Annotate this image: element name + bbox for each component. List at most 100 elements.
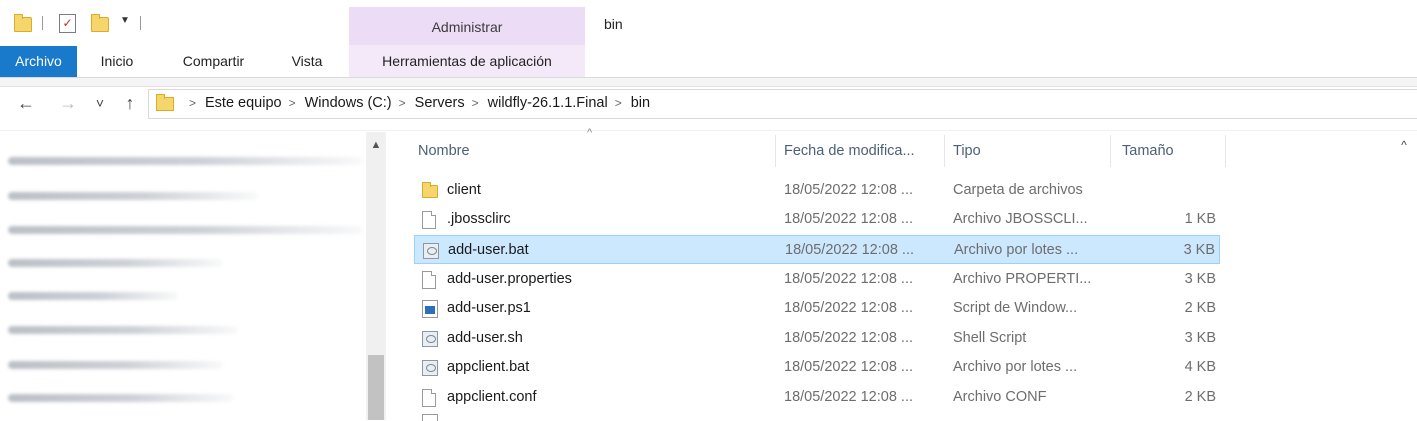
nav-pane-item[interactable] [8, 226, 363, 234]
nav-pane-item[interactable] [8, 292, 178, 300]
column-divider[interactable] [1110, 135, 1111, 167]
title-bar [0, 0, 1417, 45]
back-arrow-icon[interactable]: ← [12, 89, 40, 117]
scroll-up-arrow-icon[interactable]: ^ [1391, 132, 1417, 158]
recent-locations-chevron-icon[interactable]: ˅ [90, 89, 110, 117]
file-type: Archivo JBOSSCLI... [953, 211, 1088, 227]
breadcrumb-este-equipo[interactable]: Este equipo [205, 90, 282, 116]
file-type: Archivo CONF [953, 389, 1047, 405]
column-divider[interactable] [1225, 135, 1226, 167]
navigation-pane[interactable] [0, 132, 388, 420]
file-name[interactable]: add-user.bat [448, 236, 529, 265]
breadcrumb-servers[interactable]: Servers [415, 90, 465, 116]
quick-access-separator [140, 16, 141, 30]
breadcrumb-bin[interactable]: bin [631, 90, 650, 116]
batch-file-icon [422, 360, 438, 376]
powershell-script-icon [422, 300, 438, 318]
file-size: 4 KB [1184, 359, 1216, 375]
file-size: 2 KB [1184, 300, 1216, 316]
file-size: 3 KB [1184, 271, 1216, 287]
divider [0, 130, 1417, 131]
file-size: 3 KB [1184, 330, 1216, 346]
column-divider[interactable] [944, 135, 945, 167]
forward-arrow-icon[interactable]: → [54, 89, 82, 117]
breadcrumb-wildfly[interactable]: wildfly-26.1.1.Final [488, 90, 608, 116]
breadcrumb-separator-icon[interactable]: > [399, 90, 406, 116]
column-divider[interactable] [775, 135, 776, 167]
file-date: 18/05/2022 12:08 ... [785, 242, 914, 258]
file-list-scrollbar[interactable] [1391, 132, 1417, 420]
file-name[interactable]: .jbossclirc [447, 205, 511, 234]
contextual-header-administrar: Administrar [431, 19, 503, 35]
file-row-add-user-sh[interactable]: add-user.sh 18/05/2022 12:08 ... Shell S… [414, 324, 1220, 353]
file-row-client[interactable]: client 18/05/2022 12:08 ... Carpeta de a… [414, 176, 1220, 205]
file-name[interactable]: client [447, 176, 481, 205]
breadcrumb-separator-icon[interactable]: > [615, 90, 622, 116]
scrollbar-thumb[interactable] [368, 355, 384, 420]
nav-pane-item[interactable] [8, 192, 258, 200]
tab-compartir[interactable]: Compartir [165, 45, 262, 77]
file-date: 18/05/2022 12:08 ... [784, 389, 913, 405]
batch-file-icon [422, 331, 438, 347]
tab-inicio[interactable]: Inicio [87, 45, 147, 77]
tab-herramientas-de-aplicacion[interactable]: Herramientas de aplicación [349, 45, 585, 77]
column-header-type[interactable]: Tipo [953, 135, 1108, 167]
column-header-date[interactable]: Fecha de modifica... [784, 135, 942, 167]
breadcrumb: > Este equipo > Windows (C:) > Servers >… [182, 90, 650, 116]
file-date: 18/05/2022 12:08 ... [784, 211, 913, 227]
file-date: 18/05/2022 12:08 ... [784, 330, 913, 346]
file-type: Script de Window... [953, 300, 1078, 316]
document-icon [422, 211, 436, 229]
file-date: 18/05/2022 12:08 ... [784, 300, 913, 316]
file-type: Archivo por lotes ... [953, 359, 1078, 375]
ribbon-collapsed-area [0, 78, 1417, 87]
customize-dropdown-icon[interactable]: ▼ [120, 15, 130, 26]
file-type: Archivo PROPERTI... [953, 271, 1092, 287]
file-row-add-user-bat[interactable]: add-user.bat 18/05/2022 12:08 ... Archiv… [414, 235, 1220, 264]
document-icon [422, 389, 436, 407]
file-date: 18/05/2022 12:08 ... [784, 359, 913, 375]
file-row-add-user-ps1[interactable]: add-user.ps1 18/05/2022 12:08 ... Script… [414, 294, 1220, 323]
folder-icon [156, 94, 174, 111]
file-size: 1 KB [1184, 211, 1216, 227]
quick-access-separator [42, 16, 43, 30]
file-name[interactable]: add-user.sh [447, 324, 523, 353]
nav-pane-item[interactable] [8, 259, 223, 267]
file-date: 18/05/2022 12:08 ... [784, 182, 913, 198]
document-icon [422, 271, 436, 289]
breadcrumb-separator-icon[interactable]: > [189, 90, 196, 116]
window-title: bin [604, 16, 623, 32]
scroll-up-arrow-icon[interactable]: ▲ [366, 132, 386, 158]
file-name[interactable]: appclient.bat [447, 353, 529, 382]
nav-pane-item[interactable] [8, 326, 238, 334]
file-name[interactable]: add-user.ps1 [447, 294, 531, 323]
tab-vista[interactable]: Vista [278, 45, 336, 77]
file-row-jbossclirc[interactable]: .jbossclirc 18/05/2022 12:08 ... Archivo… [414, 205, 1220, 234]
nav-pane-item[interactable] [8, 157, 363, 165]
file-size: 3 KB [1183, 242, 1215, 258]
breadcrumb-separator-icon[interactable]: > [289, 90, 296, 116]
column-header-name[interactable]: Nombre [418, 135, 774, 167]
properties-icon[interactable]: ✓ [59, 14, 76, 33]
file-type: Shell Script [953, 330, 1027, 346]
new-folder-icon[interactable] [91, 14, 109, 32]
batch-file-icon [423, 243, 439, 259]
folder-icon [422, 182, 438, 198]
breadcrumb-windows-c[interactable]: Windows (C:) [305, 90, 392, 116]
file-type: Archivo por lotes ... [954, 242, 1079, 258]
file-date: 18/05/2022 12:08 ... [784, 271, 913, 287]
column-header-size[interactable]: Tamaño [1122, 135, 1222, 167]
nav-pane-item[interactable] [8, 361, 223, 369]
file-size: 2 KB [1184, 389, 1216, 405]
file-row-add-user-properties[interactable]: add-user.properties 18/05/2022 12:08 ...… [414, 265, 1220, 294]
nav-pane-item[interactable] [8, 394, 233, 402]
file-row-appclient-conf[interactable]: appclient.conf 18/05/2022 12:08 ... Arch… [414, 383, 1220, 412]
file-row-appclient-bat[interactable]: appclient.bat 18/05/2022 12:08 ... Archi… [414, 353, 1220, 382]
file-type: Carpeta de archivos [953, 182, 1083, 198]
up-arrow-icon[interactable]: ↑ [116, 89, 144, 117]
file-name[interactable]: appclient.conf [447, 383, 536, 412]
tab-archivo[interactable]: Archivo [0, 46, 77, 77]
folder-icon[interactable] [14, 14, 32, 32]
breadcrumb-separator-icon[interactable]: > [472, 90, 479, 116]
file-name[interactable]: add-user.properties [447, 265, 572, 294]
